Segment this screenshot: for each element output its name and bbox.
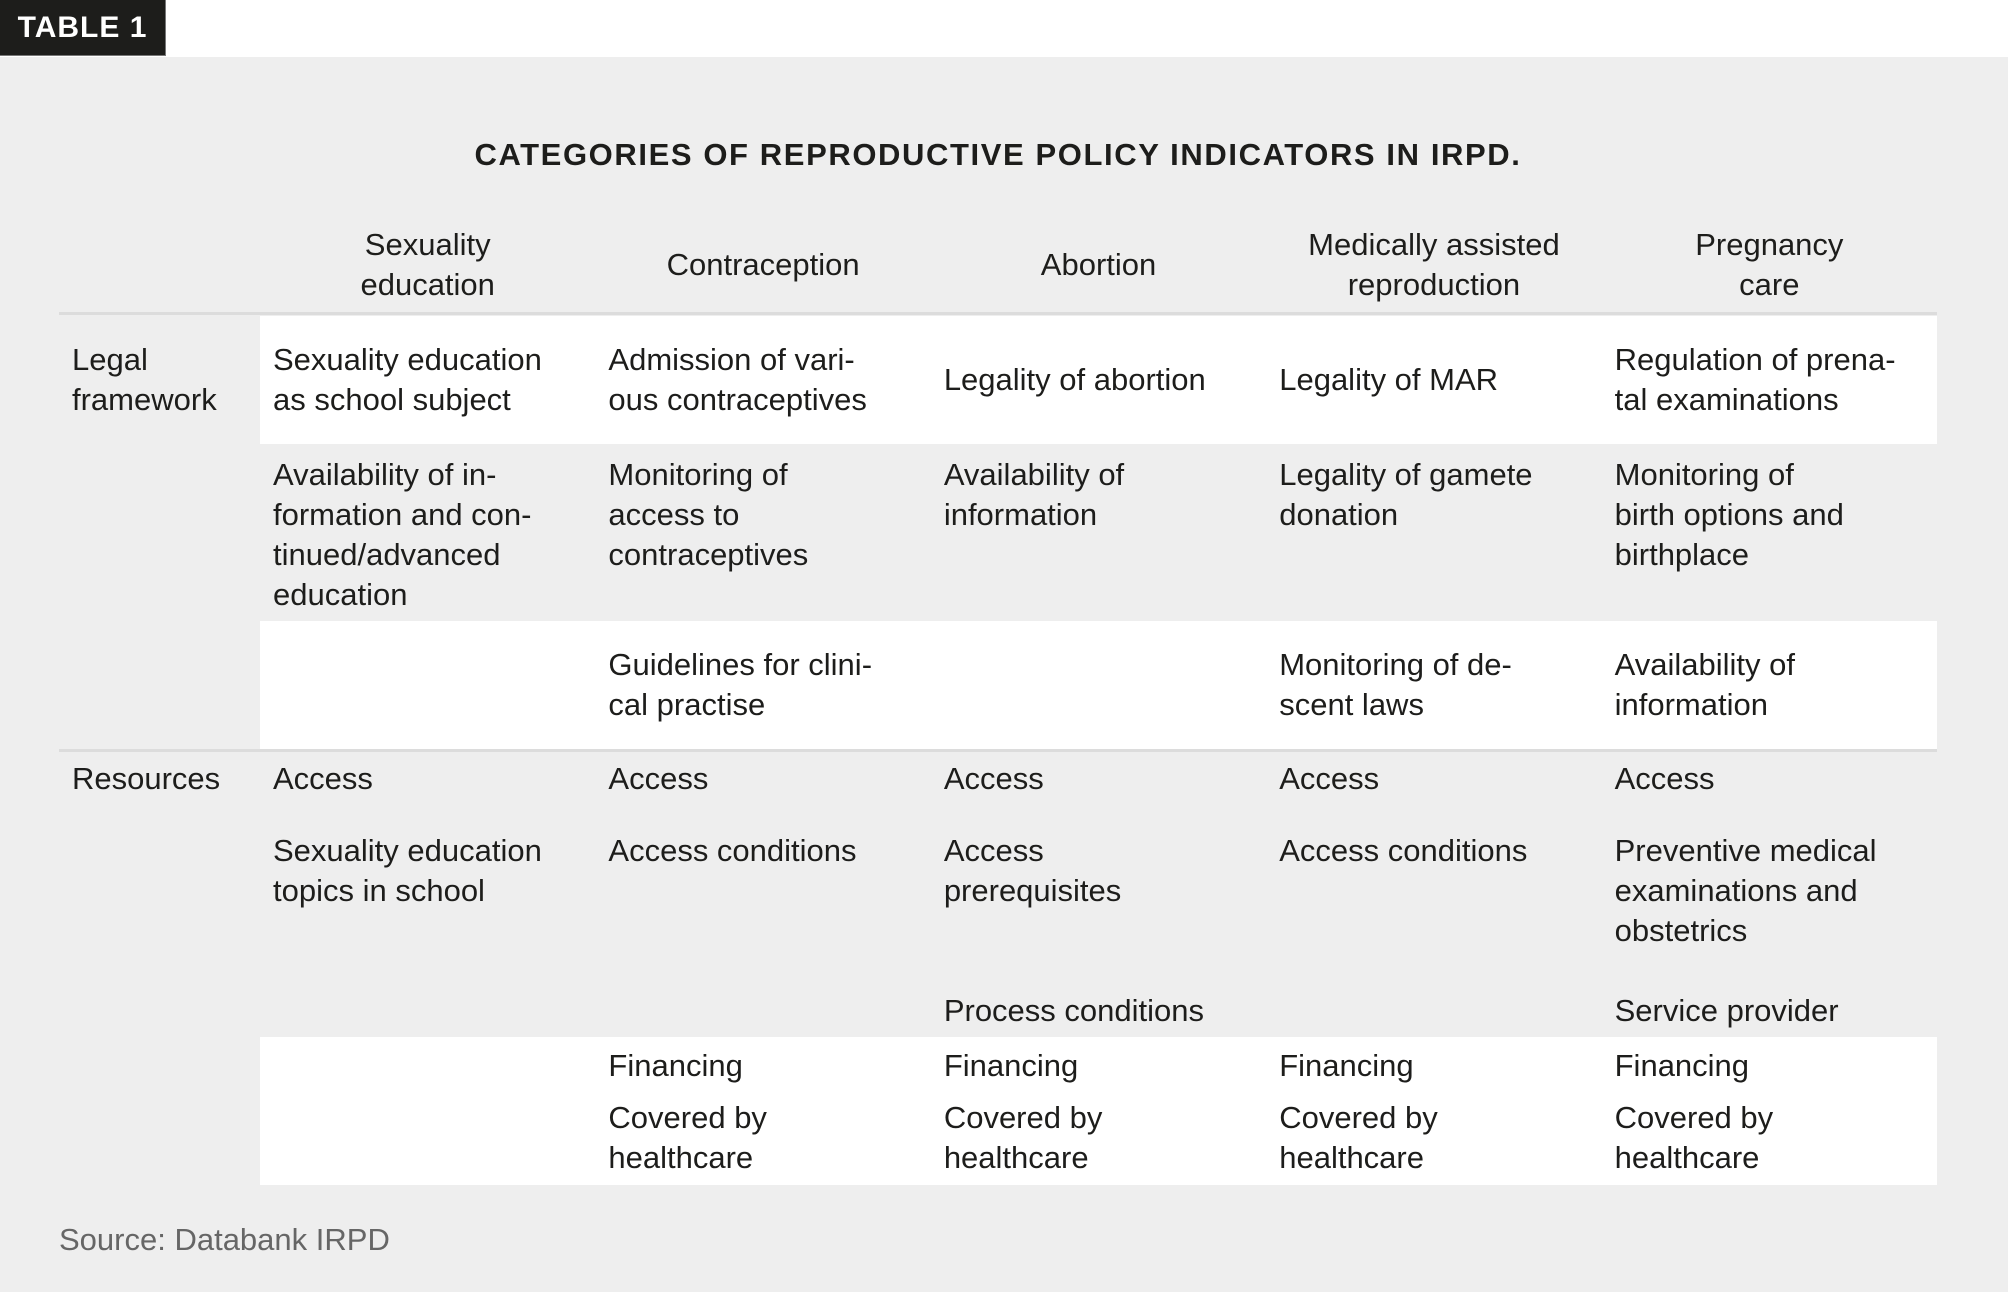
column-header-label: Pregnancy care bbox=[1695, 227, 1844, 302]
table-row: Sexuality education topics in school Acc… bbox=[260, 823, 1937, 983]
column-header: Contraception bbox=[595, 218, 930, 312]
cell-text: Monitoring of birth options and birthpla… bbox=[1614, 457, 1844, 572]
table-row: Process conditions Service provider bbox=[260, 983, 1937, 1037]
table-cell: Monitoring of birth options and birthpla… bbox=[1602, 444, 1937, 621]
table-cell: Sexuality education as school subject bbox=[260, 316, 595, 444]
table-cell: Access bbox=[595, 752, 930, 823]
header-divider bbox=[59, 312, 1937, 315]
cell-text: Legality of MAR bbox=[1279, 362, 1499, 397]
table-cell bbox=[260, 1037, 595, 1185]
table-title: CATEGORIES OF REPRODUCTIVE POLICY INDICA… bbox=[474, 137, 1522, 172]
table-row: Guidelines for clini- cal practise Monit… bbox=[260, 621, 1937, 749]
column-header-label: Medically assisted reproduction bbox=[1308, 227, 1560, 302]
cell-text: Financing bbox=[1279, 1048, 1414, 1083]
cell-text: Access conditions bbox=[1279, 833, 1528, 868]
cell-text: Preventive medical examinations and obst… bbox=[1614, 833, 1877, 948]
cell-text: Availability of information bbox=[1614, 647, 1795, 722]
table-row: Availability of in- formation and con- t… bbox=[260, 444, 1937, 621]
table-cell: Monitoring of access to contraceptives bbox=[595, 444, 930, 621]
cell-text: Admission of vari- ous contraceptives bbox=[608, 342, 867, 417]
cell-text: Access conditions bbox=[608, 833, 857, 868]
column-header-label: Abortion bbox=[1040, 247, 1157, 282]
table-cell: Financing Covered by healthcare bbox=[595, 1037, 930, 1185]
cell-text: Service provider bbox=[1614, 993, 1839, 1028]
cell-text: Guidelines for clini- cal practise bbox=[608, 647, 873, 722]
table-row: Access Access Access Access Access bbox=[260, 752, 1937, 823]
cell-text: Legality of abortion bbox=[943, 362, 1206, 397]
table-cell: Access bbox=[931, 752, 1266, 823]
cell-text: Covered by healthcare bbox=[943, 1100, 1103, 1175]
table-cell: Access bbox=[1266, 752, 1601, 823]
table-cell: Service provider bbox=[1602, 983, 1937, 1037]
cell-text: Monitoring of access to contraceptives bbox=[608, 457, 809, 572]
cell-text: Access bbox=[273, 761, 373, 796]
table-cell: Financing Covered by healthcare bbox=[931, 1037, 1266, 1185]
cell-text: Availability of in- formation and con- t… bbox=[273, 457, 532, 612]
cell-text: Financing bbox=[608, 1048, 743, 1083]
table-cell: Access bbox=[260, 752, 595, 823]
cell-text: Regulation of prena- tal examinations bbox=[1614, 342, 1896, 417]
table-row: Financing Covered by healthcare Financin… bbox=[260, 1037, 1937, 1185]
cell-text: Covered by healthcare bbox=[608, 1100, 767, 1175]
row-label-resources: Resources bbox=[72, 761, 221, 796]
table-cell: Access conditions bbox=[595, 823, 930, 983]
table-cell: Access bbox=[1602, 752, 1937, 823]
table-cell: Availability of information bbox=[931, 444, 1266, 621]
column-header: Sexuality education bbox=[260, 218, 595, 312]
table-cell: Financing Covered by healthcare bbox=[1602, 1037, 1937, 1185]
cell-text: Financing bbox=[943, 1048, 1079, 1083]
table-cell: Availability of information bbox=[1602, 621, 1937, 749]
cell-text: Sexuality education as school subject bbox=[273, 342, 542, 417]
column-header-label: Sexuality education bbox=[360, 227, 495, 302]
cell-text: Access bbox=[943, 761, 1044, 796]
table-cell bbox=[260, 621, 595, 749]
cell-text: Access bbox=[1614, 761, 1715, 796]
cell-text: Access bbox=[608, 761, 709, 796]
cell-text: Covered by healthcare bbox=[1614, 1100, 1774, 1175]
table-cell: Admission of vari- ous contraceptives bbox=[595, 316, 930, 444]
column-header: Pregnancy care bbox=[1602, 218, 1937, 312]
row-label-legal-framework: Legal framework bbox=[72, 342, 217, 417]
table-badge: TABLE 1 bbox=[0, 0, 166, 56]
table-cell bbox=[931, 621, 1266, 749]
table-cell: Preventive medical examinations and obst… bbox=[1602, 823, 1937, 983]
table-cell: Sexuality education topics in school bbox=[260, 823, 595, 983]
cell-text: Access prerequisites bbox=[943, 833, 1122, 908]
column-header: Medically assisted reproduction bbox=[1266, 218, 1601, 312]
table-cell: Financing Covered by healthcare bbox=[1266, 1037, 1601, 1185]
cell-text: Process conditions bbox=[943, 993, 1204, 1028]
table-row: Sexuality education as school subject Ad… bbox=[260, 316, 1937, 444]
column-header-label: Contraception bbox=[666, 247, 860, 282]
column-header: Abortion bbox=[931, 218, 1266, 312]
table-cell: Availability of in- formation and con- t… bbox=[260, 444, 595, 621]
source-note: Source: Databank IRPD bbox=[59, 1222, 390, 1257]
table-cell: Access conditions bbox=[1266, 823, 1601, 983]
table-cell: Legality of abortion bbox=[931, 316, 1266, 444]
table-cell: Regulation of prena- tal examinations bbox=[1602, 316, 1937, 444]
table-cell bbox=[595, 983, 930, 1037]
cell-text: Sexuality education topics in school bbox=[273, 833, 542, 908]
table-cell: Legality of MAR bbox=[1266, 316, 1601, 444]
table-cell: Legality of gamete donation bbox=[1266, 444, 1601, 621]
cell-text: Legality of gamete donation bbox=[1279, 457, 1533, 532]
table-cell: Monitoring of de- scent laws bbox=[1266, 621, 1601, 749]
cell-text: Monitoring of de- scent laws bbox=[1279, 647, 1512, 722]
cell-text: Availability of information bbox=[943, 457, 1125, 532]
table-cell: Access prerequisites bbox=[931, 823, 1266, 983]
table-cell bbox=[260, 983, 595, 1037]
cell-text: Financing bbox=[1614, 1048, 1750, 1083]
table-cell: Process conditions bbox=[931, 983, 1266, 1037]
table-cell: Guidelines for clini- cal practise bbox=[595, 621, 930, 749]
table-cell bbox=[1266, 983, 1601, 1037]
column-header-row: Sexuality education Contraception Aborti… bbox=[260, 218, 1937, 312]
cell-text: Covered by healthcare bbox=[1279, 1100, 1438, 1175]
cell-text: Access bbox=[1279, 761, 1380, 796]
